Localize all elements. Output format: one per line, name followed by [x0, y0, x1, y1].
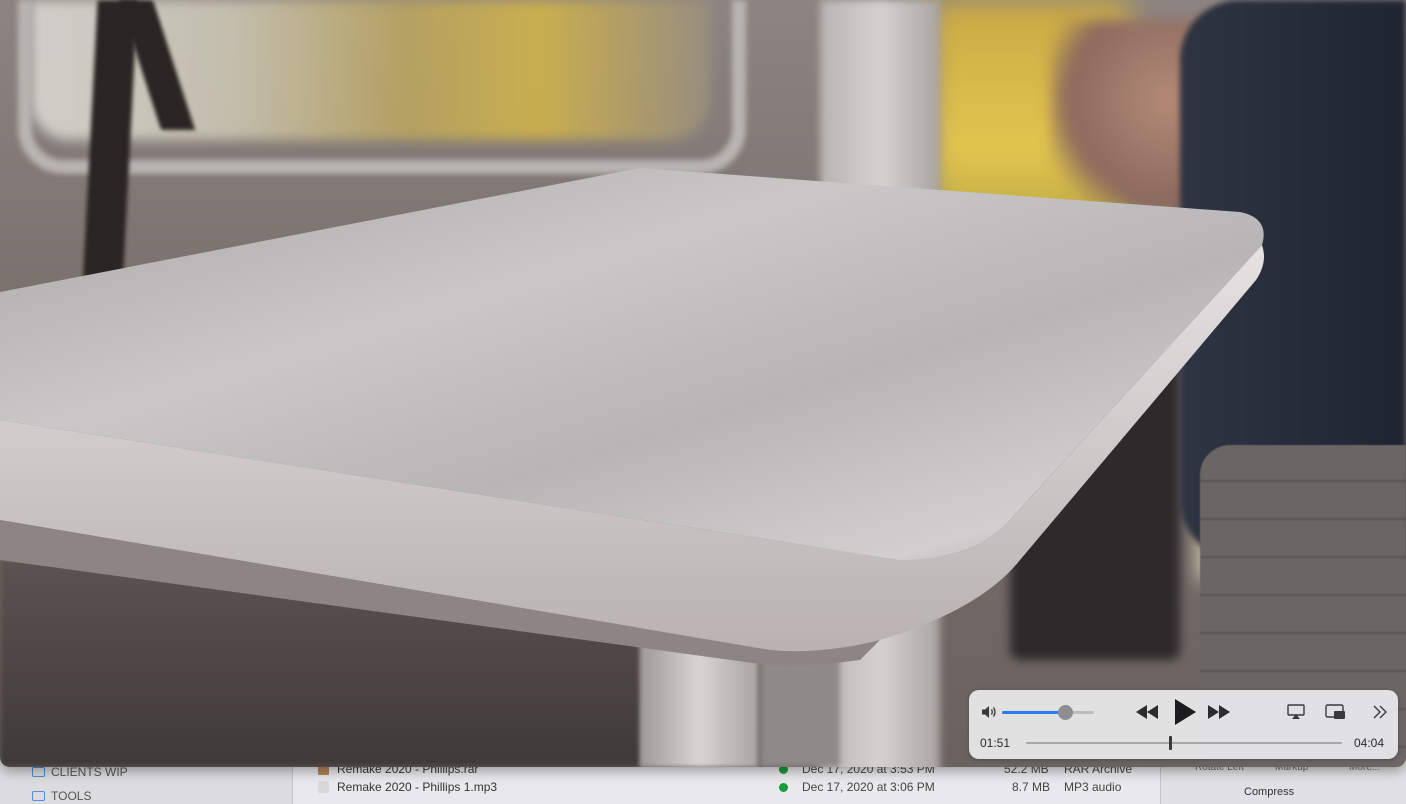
file-size: 8.7 MB	[1012, 780, 1051, 794]
audio-file-icon	[318, 781, 329, 793]
volume-slider-knob[interactable]	[1057, 705, 1073, 720]
volume-slider[interactable]	[1002, 705, 1094, 720]
folder-icon	[32, 767, 45, 777]
file-kind: MP3 audio	[1064, 780, 1122, 794]
sidebar-item-label: CLIENTS WIP	[51, 765, 128, 779]
compress-button[interactable]: Compress	[1244, 786, 1294, 798]
play-icon[interactable]	[1171, 697, 1199, 727]
file-name: Remake 2020 - Phillips 1.mp3	[337, 780, 498, 794]
file-date: Dec 17, 2020 at 3:06 PM	[802, 780, 935, 794]
sidebar-item-tools[interactable]: TOOLS	[32, 789, 91, 803]
chevron-double-right-icon[interactable]	[1369, 702, 1391, 722]
fast-forward-icon[interactable]	[1205, 701, 1233, 723]
playback-scrubber[interactable]	[1026, 736, 1342, 750]
picture-in-picture-icon[interactable]	[1323, 702, 1347, 722]
sidebar-item-label: TOOLS	[51, 789, 92, 803]
synced-status-icon	[779, 783, 788, 792]
duration-time: 04:04	[1354, 736, 1385, 750]
file-row[interactable]: Remake 2020 - Phillips 1.mp3	[318, 780, 497, 794]
table-top	[0, 168, 1264, 666]
speaker-icon[interactable]	[980, 703, 998, 721]
video-player-window[interactable]: 01:51 04:04	[0, 0, 1406, 767]
airplay-icon[interactable]	[1285, 702, 1307, 722]
rewind-icon[interactable]	[1133, 701, 1161, 723]
video-frame	[0, 0, 1406, 767]
sidebar-item-clients-wip[interactable]: CLIENTS WIP	[32, 765, 128, 779]
playback-controls: 01:51 04:04	[969, 690, 1398, 759]
playhead[interactable]	[1168, 736, 1172, 750]
elapsed-time: 01:51	[980, 736, 1011, 750]
folder-icon	[32, 791, 45, 801]
volume-level-fill	[1002, 711, 1065, 714]
